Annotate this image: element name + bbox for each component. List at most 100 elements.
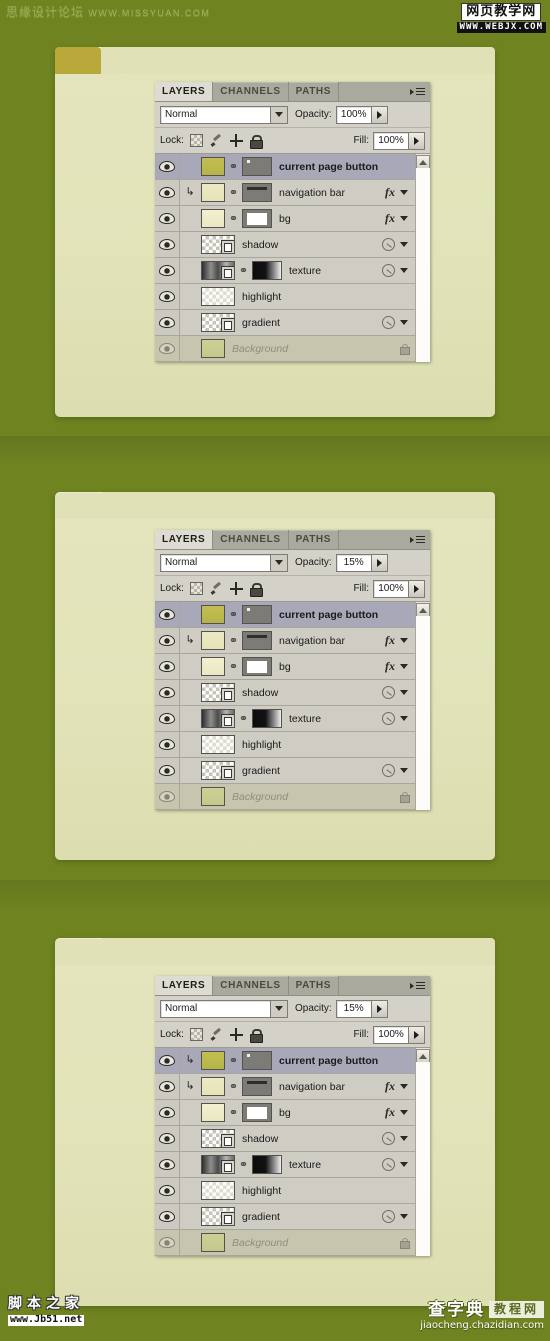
expand-caret-icon[interactable] <box>400 216 408 221</box>
layer-row[interactable]: highlight <box>155 284 430 310</box>
expand-caret-icon[interactable] <box>400 1084 408 1089</box>
visibility-toggle[interactable] <box>155 232 180 257</box>
panel-menu-button[interactable] <box>410 534 426 545</box>
scrollbar-track[interactable] <box>416 1062 430 1256</box>
visibility-toggle[interactable] <box>155 732 180 757</box>
fill-slider-button[interactable] <box>409 131 425 150</box>
layer-mask-thumbnail[interactable] <box>242 209 272 228</box>
layer-thumbnail[interactable] <box>201 1207 235 1226</box>
expand-caret-icon[interactable] <box>400 664 408 669</box>
blend-mode-select[interactable]: Normal <box>160 105 288 124</box>
smart-filter-icon[interactable] <box>382 1132 395 1145</box>
layer-effects-fx-icon[interactable]: fx <box>385 659 395 674</box>
lock-transparent-pixels-icon[interactable] <box>189 1028 203 1041</box>
visibility-toggle[interactable] <box>155 654 180 679</box>
layer-row[interactable]: highlight <box>155 732 430 758</box>
layer-thumbnail[interactable] <box>201 1077 225 1096</box>
layer-effects-fx-icon[interactable]: fx <box>385 633 395 648</box>
lock-all-icon[interactable] <box>249 134 263 149</box>
layer-row[interactable]: ↳ ⚭ navigation bar fx <box>155 1074 430 1100</box>
layer-mask-thumbnail[interactable] <box>242 183 272 202</box>
layer-mask-thumbnail[interactable] <box>242 657 272 676</box>
layer-mask-thumbnail[interactable] <box>252 709 282 728</box>
layer-row[interactable]: ⚭ texture <box>155 258 430 284</box>
opacity-input[interactable]: 15% <box>335 999 372 1018</box>
expand-caret-icon[interactable] <box>400 1136 408 1141</box>
layer-mask-thumbnail[interactable] <box>242 1051 272 1070</box>
opacity-input[interactable]: 15% <box>335 553 372 572</box>
layer-row[interactable]: Background <box>155 1230 430 1256</box>
layer-list-scrollbar[interactable] <box>415 1048 430 1256</box>
layer-mask-thumbnail[interactable] <box>252 1155 282 1174</box>
opacity-input[interactable]: 100% <box>335 105 372 124</box>
expand-caret-icon[interactable] <box>400 1162 408 1167</box>
visibility-toggle[interactable] <box>155 1230 180 1255</box>
panel-menu-button[interactable] <box>410 86 426 97</box>
scrollbar-track[interactable] <box>416 616 430 810</box>
layer-mask-thumbnail[interactable] <box>242 157 272 176</box>
visibility-toggle[interactable] <box>155 284 180 309</box>
expand-caret-icon[interactable] <box>400 1214 408 1219</box>
layer-thumbnail[interactable] <box>201 1233 225 1252</box>
layer-mask-thumbnail[interactable] <box>252 261 282 280</box>
visibility-toggle[interactable] <box>155 758 180 783</box>
layer-row[interactable]: gradient <box>155 1204 430 1230</box>
panel-menu-button[interactable] <box>410 980 426 991</box>
smart-filter-icon[interactable] <box>382 712 395 725</box>
visibility-toggle[interactable] <box>155 680 180 705</box>
smart-filter-icon[interactable] <box>382 1158 395 1171</box>
fill-slider-button[interactable] <box>409 579 425 598</box>
layer-thumbnail[interactable] <box>201 1155 235 1174</box>
fill-input[interactable]: 100% <box>373 579 409 598</box>
layer-row[interactable]: ↳ ⚭ current page button <box>155 1048 430 1074</box>
lock-image-pixels-icon[interactable] <box>210 1029 223 1041</box>
smart-filter-icon[interactable] <box>382 1210 395 1223</box>
layer-thumbnail[interactable] <box>201 787 225 806</box>
layer-thumbnail[interactable] <box>201 209 225 228</box>
opacity-slider-button[interactable] <box>371 999 388 1018</box>
layer-thumbnail[interactable] <box>201 1051 225 1070</box>
scroll-up-button[interactable] <box>416 1049 430 1063</box>
scrollbar-track[interactable] <box>416 168 430 362</box>
visibility-toggle[interactable] <box>155 310 180 335</box>
lock-position-icon[interactable] <box>229 582 243 595</box>
layer-row[interactable]: ⚭ bg fx <box>155 654 430 680</box>
layer-thumbnail[interactable] <box>201 1129 235 1148</box>
visibility-toggle[interactable] <box>155 1204 180 1229</box>
layer-thumbnail[interactable] <box>201 261 235 280</box>
visibility-toggle[interactable] <box>155 1048 180 1073</box>
blend-mode-select[interactable]: Normal <box>160 999 288 1018</box>
layer-row[interactable]: ⚭ current page button <box>155 154 430 180</box>
layer-mask-thumbnail[interactable] <box>242 605 272 624</box>
lock-image-pixels-icon[interactable] <box>210 583 223 595</box>
tab-paths[interactable]: PATHS <box>288 82 340 101</box>
layer-thumbnail[interactable] <box>201 683 235 702</box>
tab-paths[interactable]: PATHS <box>288 976 340 995</box>
lock-transparent-pixels-icon[interactable] <box>189 582 203 595</box>
layer-thumbnail[interactable] <box>201 1181 235 1200</box>
layer-thumbnail[interactable] <box>201 605 225 624</box>
smart-filter-icon[interactable] <box>382 686 395 699</box>
smart-filter-icon[interactable] <box>382 264 395 277</box>
lock-image-pixels-icon[interactable] <box>210 135 223 147</box>
layer-row[interactable]: gradient <box>155 758 430 784</box>
layer-thumbnail[interactable] <box>201 631 225 650</box>
expand-caret-icon[interactable] <box>400 716 408 721</box>
lock-position-icon[interactable] <box>229 1028 243 1041</box>
visibility-toggle[interactable] <box>155 1152 180 1177</box>
visibility-toggle[interactable] <box>155 336 180 361</box>
layer-row[interactable]: shadow <box>155 1126 430 1152</box>
layer-effects-fx-icon[interactable]: fx <box>385 1105 395 1120</box>
tab-layers[interactable]: LAYERS <box>155 82 214 101</box>
layer-row[interactable]: ⚭ texture <box>155 1152 430 1178</box>
fill-input[interactable]: 100% <box>373 1025 409 1044</box>
lock-transparent-pixels-icon[interactable] <box>189 134 203 147</box>
expand-caret-icon[interactable] <box>400 242 408 247</box>
visibility-toggle[interactable] <box>155 784 180 809</box>
layer-row[interactable]: gradient <box>155 310 430 336</box>
fill-slider-button[interactable] <box>409 1025 425 1044</box>
layer-effects-fx-icon[interactable]: fx <box>385 1079 395 1094</box>
layer-thumbnail[interactable] <box>201 761 235 780</box>
opacity-slider-button[interactable] <box>371 105 388 124</box>
lock-all-icon[interactable] <box>249 1028 263 1043</box>
